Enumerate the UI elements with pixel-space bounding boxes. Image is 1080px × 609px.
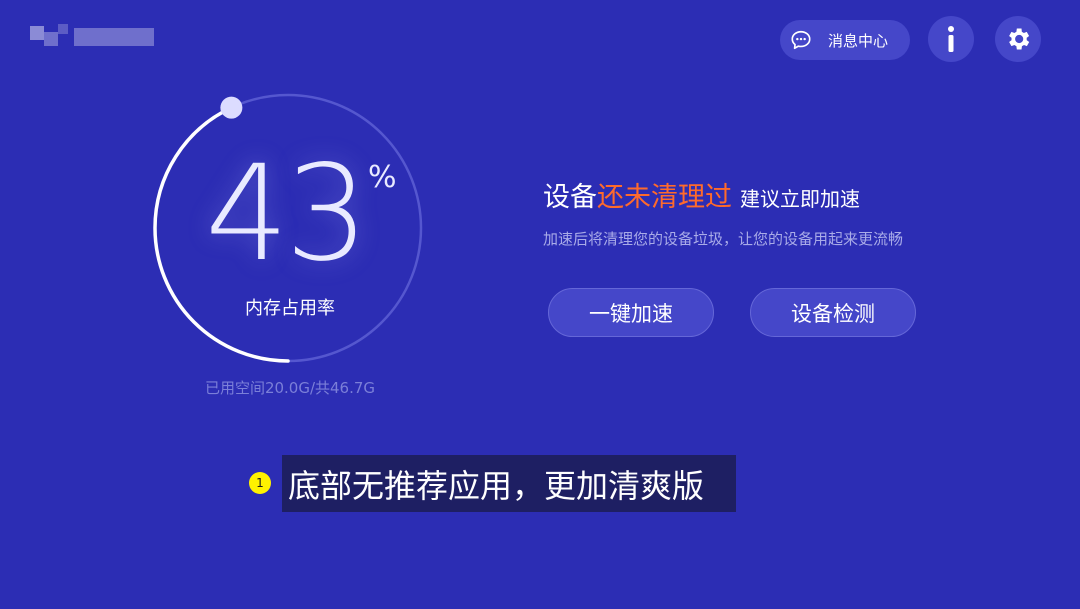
storage-usage-text: 已用空间20.0G/共46.7G [204,379,376,397]
device-status-headline: 设备 还未清理过 建议立即加速 [543,175,860,214]
percent-sign: % [368,160,397,195]
one-click-speed-up-button[interactable]: 一键加速 [548,288,714,337]
caption-number-badge: 1 [249,472,271,494]
memory-usage-label: 内存占用率 [245,298,335,319]
message-center-label: 消息中心 [828,31,889,50]
gear-icon [1009,28,1030,50]
status-prefix: 设备 [543,182,597,213]
app-screen: 消息中心 43 % 内存占用率 已用空间20.0G/共46.7G 设备 还未清理… [0,0,1080,609]
settings-button[interactable] [995,16,1041,62]
chat-bubble-icon [791,30,811,50]
info-button[interactable] [928,16,974,62]
message-center-button[interactable]: 消息中心 [780,20,910,60]
memory-percent-value: 43 [205,137,369,291]
status-suffix: 建议立即加速 [740,187,860,211]
status-highlight: 还未清理过 [597,182,732,213]
app-logo [20,18,165,58]
info-icon [948,26,954,52]
status-description: 加速后将清理您的设备垃圾，让您的设备用起来更流畅 [543,230,904,248]
device-check-button[interactable]: 设备检测 [750,288,916,337]
caption-text: 底部无推荐应用，更加清爽版 [282,455,736,512]
gauge-knob [220,96,243,119]
